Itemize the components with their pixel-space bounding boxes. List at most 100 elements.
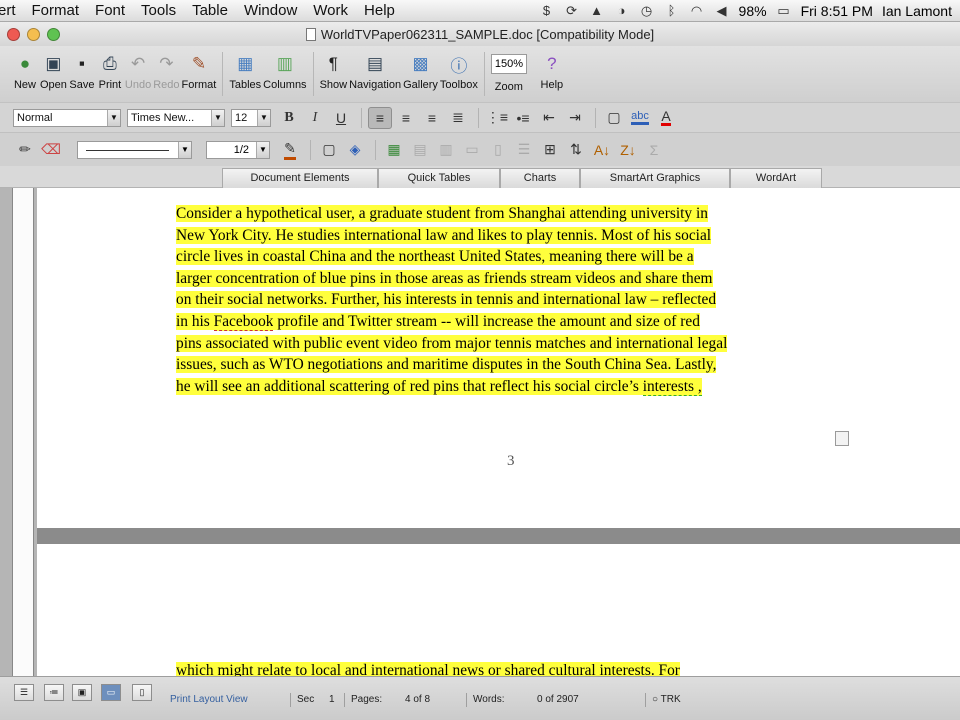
help-button[interactable]: ? Help <box>539 46 565 91</box>
minimize-button[interactable] <box>27 27 40 41</box>
table-borders-button[interactable]: ▢ <box>317 139 341 161</box>
highlight-button[interactable]: abc <box>628 107 652 129</box>
distribute-rows-button[interactable]: ☰ <box>512 139 536 161</box>
track-changes-indicator[interactable]: ○ TRK <box>645 693 681 707</box>
columns-button[interactable]: ▥ Columns <box>263 46 306 91</box>
line-style-select[interactable]: ▼ <box>77 140 192 159</box>
text-direction-button[interactable]: ⇅ <box>564 139 588 161</box>
insert-table-button[interactable]: ▦ <box>382 139 406 161</box>
time-machine-icon[interactable]: ◷ <box>639 3 655 19</box>
tables-button[interactable]: ▦ Tables <box>229 46 261 91</box>
sync-icon[interactable]: ⟳ <box>564 3 580 19</box>
notebook-view-button[interactable]: ▯ <box>132 684 152 701</box>
zoom-select[interactable]: 150% <box>490 54 527 74</box>
bulleted-list-button[interactable]: •≡ <box>511 107 535 129</box>
sort-descending-button[interactable]: Z↓ <box>616 139 640 161</box>
help-icon: ? <box>547 54 557 73</box>
toolbox-button[interactable]: ⓘ Toolbox <box>440 46 478 92</box>
paragraph[interactable]: which might relate to local and internat… <box>176 662 866 676</box>
align-center-button[interactable]: ≡ <box>394 107 418 129</box>
line-weight-select[interactable]: 1/2 ▼ <box>206 140 270 159</box>
outline-view-button[interactable]: ≔ <box>44 684 64 701</box>
insert-rows-button[interactable]: ▤ <box>408 139 432 161</box>
menu-insert[interactable]: ert <box>0 0 24 22</box>
standard-toolbar: ● New ▣ Open ▪ Save ⎙ Print ↶ Undo ↷ Redo ✎ For… <box>0 46 960 102</box>
undo-button[interactable]: ↶ Undo <box>125 46 151 91</box>
menu-format[interactable]: Format <box>24 0 88 22</box>
notebook-view-icon: ▯ <box>139 687 145 697</box>
zoom-control[interactable]: 150% Zoom <box>490 46 527 93</box>
pencil-icon: ✏ <box>19 141 31 157</box>
tab-charts[interactable]: Charts <box>500 168 580 188</box>
lock-icon[interactable]: ◑ <box>614 3 630 19</box>
decrease-indent-button[interactable]: ⇤ <box>537 107 561 129</box>
eraser-button[interactable]: ⌫ <box>39 139 63 161</box>
open-button[interactable]: ▣ Open <box>40 46 67 91</box>
page-4[interactable]: which might relate to local and internat… <box>37 544 960 676</box>
menu-window[interactable]: Window <box>236 0 305 22</box>
italic-button[interactable]: I <box>303 107 327 129</box>
align-right-button[interactable]: ≡ <box>420 107 444 129</box>
pages-value[interactable]: 4 of 8 <box>405 693 430 707</box>
numbered-list-button[interactable]: ⋮≡ <box>485 107 509 129</box>
words-value[interactable]: 0 of 2907 <box>537 693 579 707</box>
font-select[interactable]: Times New... ▼ <box>127 108 225 127</box>
print-button[interactable]: ⎙ Print <box>97 46 123 91</box>
bluetooth-icon[interactable]: ᛒ <box>664 3 680 19</box>
script-icon[interactable]: $ <box>539 3 555 19</box>
font-color-button[interactable]: A <box>654 107 678 129</box>
tab-document-elements[interactable]: Document Elements <box>222 168 378 188</box>
menu-font[interactable]: Font <box>87 0 133 22</box>
tab-quick-tables[interactable]: Quick Tables <box>378 168 500 188</box>
page-3[interactable]: Consider a hypothetical user, a graduate… <box>37 188 960 528</box>
underline-button[interactable]: U <box>329 107 353 129</box>
menu-tools[interactable]: Tools <box>133 0 184 22</box>
drive-icon[interactable]: ▲ <box>589 3 605 19</box>
battery-percent[interactable]: 98% <box>739 3 767 19</box>
chevron-down-icon: ▼ <box>178 141 191 158</box>
battery-icon[interactable]: ▭ <box>776 3 792 19</box>
tab-wordart[interactable]: WordArt <box>730 168 822 188</box>
wifi-icon[interactable]: ◠ <box>689 3 705 19</box>
redo-button[interactable]: ↷ Redo <box>153 46 179 91</box>
menu-work[interactable]: Work <box>305 0 356 22</box>
autofit-button[interactable]: ⊞ <box>538 139 562 161</box>
publishing-view-button[interactable]: ▣ <box>72 684 92 701</box>
gallery-icon: ▩ <box>412 54 429 73</box>
volume-icon[interactable]: ◀ <box>714 3 730 19</box>
document-area[interactable]: Consider a hypothetical user, a graduate… <box>0 188 960 676</box>
print-layout-view-button[interactable]: ▭ <box>101 684 121 701</box>
font-size-select[interactable]: 12 ▼ <box>231 108 271 127</box>
style-select[interactable]: Normal ▼ <box>13 108 121 127</box>
new-button[interactable]: ● New <box>12 46 38 91</box>
shading-button[interactable]: ◈ <box>343 139 367 161</box>
show-button[interactable]: ¶ Show <box>320 46 348 91</box>
justify-button[interactable]: ≣ <box>446 107 470 129</box>
clock[interactable]: Fri 8:51 PM <box>801 3 873 19</box>
insert-columns-button[interactable]: ▥ <box>434 139 458 161</box>
user-name[interactable]: Ian Lamont <box>882 3 952 19</box>
paragraph[interactable]: Consider a hypothetical user, a graduate… <box>176 203 866 397</box>
menu-help[interactable]: Help <box>356 0 403 22</box>
borders-button[interactable]: ▢ <box>602 107 626 129</box>
draft-view-button[interactable]: ☰ <box>14 684 34 701</box>
close-button[interactable] <box>7 27 20 41</box>
sort-ascending-button[interactable]: A↓ <box>590 139 614 161</box>
format-painter-button[interactable]: ✎ Format <box>182 46 217 91</box>
zoom-button[interactable] <box>47 27 60 41</box>
merge-cells-button[interactable]: ▭ <box>460 139 484 161</box>
menu-table[interactable]: Table <box>184 0 236 22</box>
draw-pen-button[interactable]: ✏ <box>13 139 37 161</box>
tab-smartart-graphics[interactable]: SmartArt Graphics <box>580 168 730 188</box>
align-left-button[interactable]: ≡ <box>368 106 392 129</box>
autosum-button[interactable]: Σ <box>642 139 666 161</box>
increase-indent-button[interactable]: ⇥ <box>563 107 587 129</box>
split-cells-button[interactable]: ▯ <box>486 139 510 161</box>
navigation-button[interactable]: ▤ Navigation <box>349 46 401 91</box>
save-button[interactable]: ▪ Save <box>69 46 95 91</box>
pen-color-button[interactable]: ✎ <box>278 139 302 161</box>
printer-icon: ⎙ <box>103 54 117 73</box>
footnote-icon[interactable] <box>835 431 849 446</box>
bold-button[interactable]: B <box>277 107 301 129</box>
gallery-button[interactable]: ▩ Gallery <box>403 46 438 91</box>
